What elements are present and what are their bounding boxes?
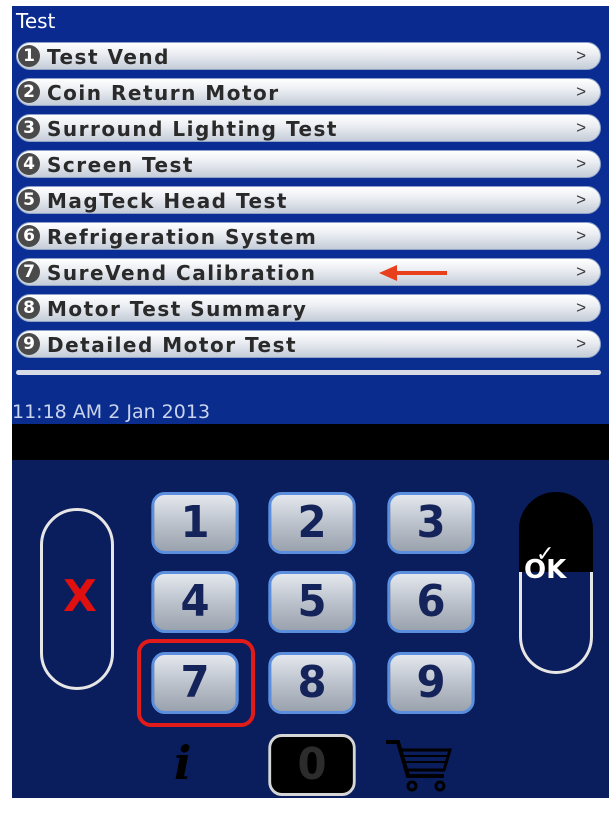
- menu-item-motor-test-summary[interactable]: 8 Motor Test Summary >: [16, 294, 601, 322]
- menu-item-number: 1: [18, 45, 40, 67]
- menu-item-label: Surround Lighting Test: [47, 117, 338, 141]
- chevron-right-icon: >: [576, 46, 586, 65]
- menu-item-surevend-calibration[interactable]: 7 SureVend Calibration >: [16, 258, 601, 286]
- cancel-x-icon: X: [63, 571, 97, 622]
- chevron-right-icon: >: [576, 190, 586, 209]
- key-9[interactable]: 9: [387, 652, 475, 714]
- menu-item-number: 4: [18, 153, 40, 175]
- ok-button-lower: [519, 572, 593, 674]
- shopping-cart-icon[interactable]: [384, 738, 456, 794]
- menu-item-coin-return-motor[interactable]: 2 Coin Return Motor >: [16, 78, 601, 106]
- menu-item-surround-lighting-test[interactable]: 3 Surround Lighting Test >: [16, 114, 601, 142]
- chevron-right-icon: >: [576, 226, 586, 245]
- menu-item-test-vend[interactable]: 1 Test Vend >: [16, 42, 601, 70]
- chevron-right-icon: >: [576, 334, 586, 353]
- menu-item-label: SureVend Calibration: [47, 261, 317, 285]
- key-4[interactable]: 4: [151, 571, 239, 633]
- menu-item-label: MagTeck Head Test: [47, 189, 288, 213]
- chevron-right-icon: >: [576, 118, 586, 137]
- key-0[interactable]: 0: [268, 734, 356, 796]
- key-6[interactable]: 6: [387, 571, 475, 633]
- info-icon[interactable]: i: [174, 736, 191, 790]
- key-7-highlight: [137, 639, 255, 727]
- menu-item-magteck-head-test[interactable]: 5 MagTeck Head Test >: [16, 186, 601, 214]
- menu-item-label: Coin Return Motor: [47, 81, 280, 105]
- menu-item-number: 3: [18, 117, 40, 139]
- menu-item-number: 9: [18, 333, 40, 355]
- keypad-panel: X ✓ OK 1 2 3 4 5 6 7 8 9 0 i: [12, 460, 609, 798]
- menu-item-label: Refrigeration System: [47, 225, 318, 249]
- menu-item-number: 2: [18, 81, 40, 103]
- chevron-right-icon: >: [576, 154, 586, 173]
- menu-item-label: Motor Test Summary: [47, 297, 308, 321]
- key-5[interactable]: 5: [268, 571, 356, 633]
- menu-item-number: 6: [18, 225, 40, 247]
- chevron-right-icon: >: [576, 82, 586, 101]
- menu-scroll-indicator[interactable]: [16, 370, 601, 375]
- menu-item-label: Detailed Motor Test: [47, 333, 298, 357]
- menu-item-screen-test[interactable]: 4 Screen Test >: [16, 150, 601, 178]
- menu-item-detailed-motor-test[interactable]: 9 Detailed Motor Test >: [16, 330, 601, 358]
- ok-label: OK: [524, 555, 567, 585]
- arrow-left-icon: [379, 265, 447, 281]
- menu-item-number: 8: [18, 297, 40, 319]
- screen-bezel: [12, 424, 609, 460]
- ok-button[interactable]: ✓ OK: [519, 492, 593, 674]
- menu-item-refrigeration-system[interactable]: 6 Refrigeration System >: [16, 222, 601, 250]
- display-screen: Test 1 Test Vend > 2 Coin Return Motor >…: [12, 6, 609, 424]
- clock-readout: 11:18 AM 2 Jan 2013: [12, 401, 211, 423]
- key-2[interactable]: 2: [268, 492, 356, 554]
- menu-item-label: Screen Test: [47, 153, 194, 177]
- key-3[interactable]: 3: [387, 492, 475, 554]
- menu-item-number: 5: [18, 189, 40, 211]
- chevron-right-icon: >: [576, 262, 586, 281]
- chevron-right-icon: >: [576, 298, 586, 317]
- key-1[interactable]: 1: [151, 492, 239, 554]
- cancel-button[interactable]: X: [40, 508, 114, 690]
- menu-item-label: Test Vend: [47, 45, 170, 69]
- menu-item-number: 7: [18, 261, 40, 283]
- key-8[interactable]: 8: [268, 652, 356, 714]
- screen-title: Test: [16, 9, 56, 33]
